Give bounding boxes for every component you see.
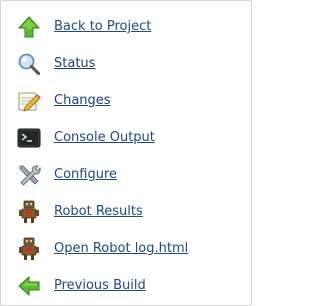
left-arrow-icon [17,274,41,298]
menu-item-back-to-project[interactable]: Back to Project [1,8,188,45]
menu-item-configure[interactable]: Configure [1,156,188,193]
menu-item-label[interactable]: Configure [54,167,117,182]
menu-item-previous-build[interactable]: Previous Build [1,267,188,304]
robot-icon [17,200,41,224]
wrench-screwdriver-icon [17,163,41,187]
menu-item-console-output[interactable]: Console Output [1,119,188,156]
menu-item-label[interactable]: Open Robot log.html [54,241,188,256]
up-arrow-icon [17,15,41,39]
robot-icon [17,237,41,261]
task-menu: Back to Project Status Changes Console O… [1,8,188,304]
menu-item-label[interactable]: Console Output [54,130,155,145]
side-panel: Back to Project Status Changes Console O… [0,0,252,306]
menu-item-changes[interactable]: Changes [1,82,188,119]
menu-item-label[interactable]: Status [54,56,95,71]
terminal-icon [17,126,41,150]
menu-item-label[interactable]: Back to Project [54,19,151,34]
search-magnifier-icon [17,52,41,76]
menu-item-label[interactable]: Changes [54,93,111,108]
menu-item-robot-results[interactable]: Robot Results [1,193,188,230]
notepad-pencil-icon [17,89,41,113]
menu-item-label[interactable]: Previous Build [54,278,146,293]
menu-item-open-robot-log[interactable]: Open Robot log.html [1,230,188,267]
menu-item-label[interactable]: Robot Results [54,204,143,219]
menu-item-status[interactable]: Status [1,45,188,82]
